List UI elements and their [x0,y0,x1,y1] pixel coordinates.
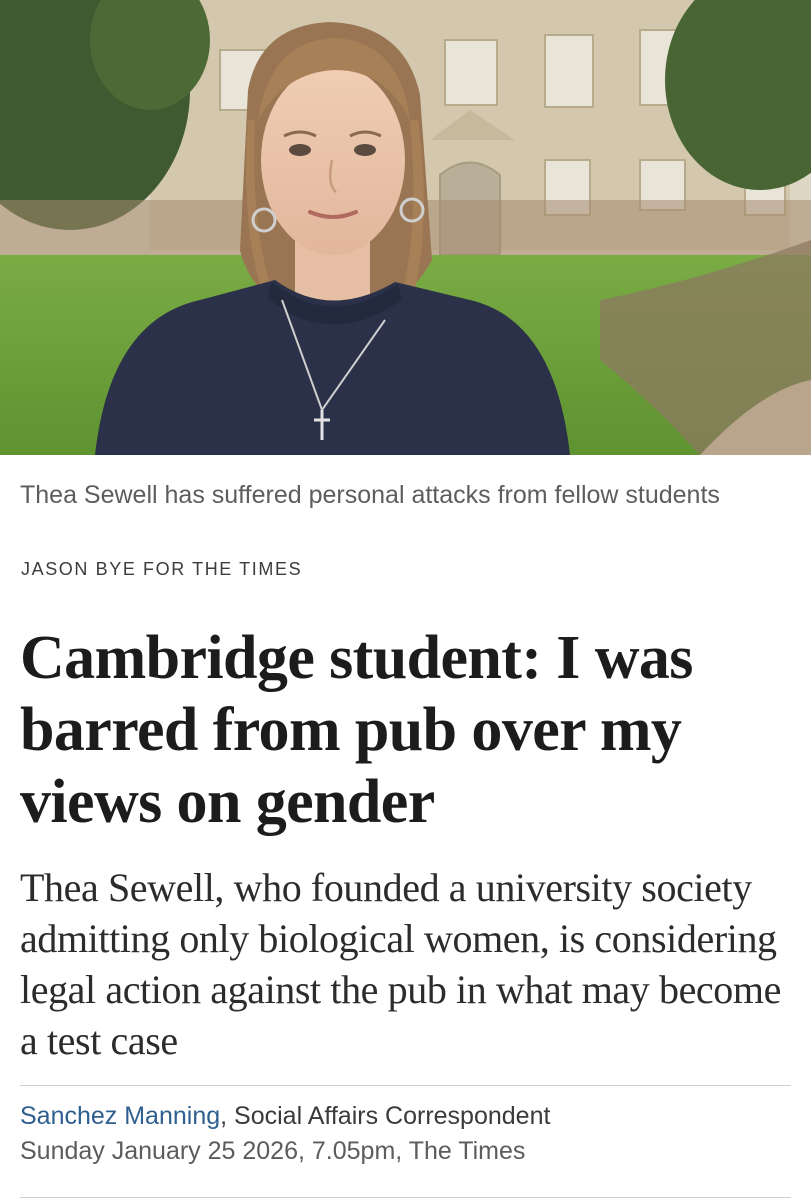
byline: Sanchez Manning, Social Affairs Correspo… [20,1101,550,1131]
article-hero-photo [0,0,811,455]
author-link[interactable]: Sanchez Manning [20,1102,220,1130]
photo-caption: Thea Sewell has suffered personal attack… [20,481,720,509]
byline-top-divider [20,1085,791,1086]
article-page: Thea Sewell has suffered personal attack… [0,0,811,1200]
publish-date: Sunday January 25 2026, 7.05pm, The Time… [20,1137,526,1165]
author-role: Social Affairs Correspondent [227,1102,551,1130]
article-headline: Cambridge student: I was barred from pub… [20,624,693,836]
byline-bottom-divider [20,1197,791,1198]
article-standfirst: Thea Sewell, who founded a university so… [20,865,781,1063]
photo-credit: JASON BYE FOR THE TIMES [21,559,303,579]
photo-illustration [0,0,811,455]
